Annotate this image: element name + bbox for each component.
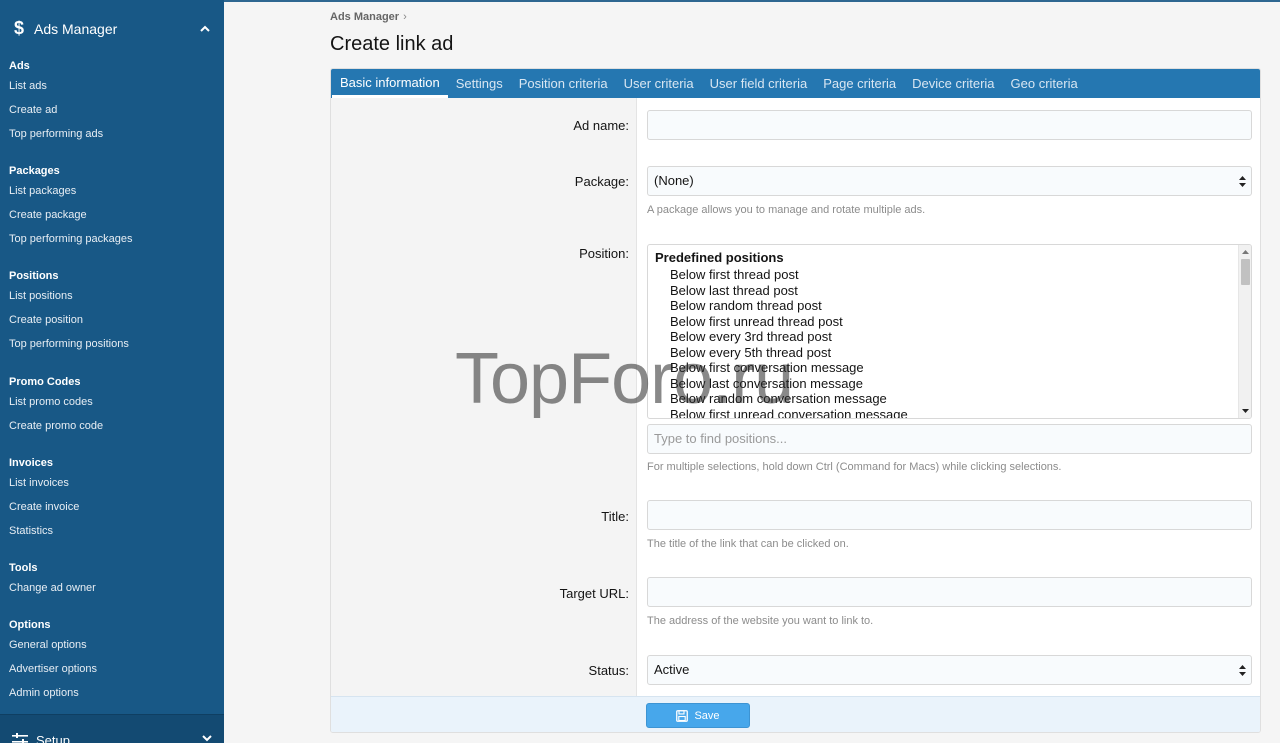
sidebar-item[interactable]: Statistics [9, 519, 79, 543]
sidebar-header-label: Ads Manager [34, 20, 118, 37]
position-scrollbar[interactable] [1238, 245, 1251, 418]
chevron-up-icon [200, 25, 210, 32]
position-option[interactable]: Below random conversation message [670, 391, 887, 406]
position-hint: For multiple selections, hold down Ctrl … [647, 461, 1062, 473]
position-option[interactable]: Below first unread conversation message [670, 407, 908, 419]
sidebar-group-title: Positions [9, 270, 59, 282]
sidebar-item[interactable]: List invoices [9, 471, 79, 495]
sidebar-group: Promo Codes List promo codes Create promo … [0, 374, 112, 438]
title-hint: The title of the link that can be clicke… [647, 538, 849, 550]
sidebar-item[interactable]: Create package [9, 203, 133, 227]
position-option[interactable]: Below random thread post [670, 298, 822, 313]
package-select[interactable]: (None) [647, 166, 1252, 196]
sidebar: $ Ads Manager Ads List ads Create ad Top pe… [0, 0, 224, 743]
package-hint: A package allows you to manage and rotat… [647, 204, 926, 216]
position-filter-placeholder: Type to find positions... [654, 431, 787, 446]
breadcrumb-separator: › [403, 11, 407, 23]
tab-position-criteria[interactable]: Position criteria [511, 69, 616, 98]
tab-device-criteria[interactable]: Device criteria [904, 69, 1002, 98]
status-select-value: Active [654, 662, 690, 677]
sidebar-group: Packages List packages Create package Top p… [0, 163, 142, 251]
select-arrows-icon [1239, 665, 1246, 676]
sidebar-item[interactable]: General options [9, 633, 97, 657]
position-option[interactable]: Below last conversation message [670, 376, 863, 391]
save-button[interactable]: Save [646, 703, 750, 728]
sidebar-item[interactable]: Top performing packages [9, 227, 133, 251]
sidebar-item[interactable]: List packages [9, 179, 133, 203]
sidebar-group-title: Ads [9, 60, 30, 72]
sidebar-group: Tools Change ad owner [0, 560, 105, 600]
sidebar-item[interactable]: Change ad owner [9, 576, 96, 600]
sidebar-item[interactable]: List promo codes [9, 390, 103, 414]
scroll-down-icon[interactable] [1242, 408, 1249, 414]
sidebar-item[interactable]: Top performing positions [9, 332, 129, 356]
sidebar-group-title: Packages [9, 165, 60, 177]
target-url-hint: The address of the website you want to l… [647, 615, 874, 627]
sidebar-item[interactable]: Create invoice [9, 495, 79, 519]
breadcrumb-link[interactable]: Ads Manager [330, 11, 399, 23]
tab-geo-criteria[interactable]: Geo criteria [1003, 69, 1086, 98]
sidebar-item[interactable]: List ads [9, 74, 103, 98]
select-arrows-icon [1239, 176, 1246, 187]
scroll-thumb[interactable] [1241, 259, 1250, 285]
dollar-icon: $ [14, 18, 25, 38]
title-input[interactable] [647, 500, 1252, 530]
sidebar-group: Options General options Advertiser options… [0, 617, 106, 705]
sidebar-item[interactable]: Create promo code [9, 414, 103, 438]
sliders-icon [12, 733, 28, 743]
sidebar-group-title: Invoices [9, 457, 54, 469]
scroll-up-icon[interactable] [1242, 249, 1249, 255]
sidebar-group: Ads List ads Create ad Top performing ads [0, 58, 112, 146]
package-select-value: (None) [654, 173, 694, 188]
sidebar-item[interactable]: Advertiser options [9, 657, 97, 681]
position-filter-input[interactable]: Type to find positions... [647, 424, 1252, 454]
position-option[interactable]: Below first conversation message [670, 360, 864, 375]
position-label: Position: [579, 246, 629, 261]
status-label: Status: [588, 663, 629, 678]
position-option[interactable]: Below every 3rd thread post [670, 329, 832, 344]
sidebar-footer-setup[interactable]: Setup [0, 714, 224, 743]
page-title: Create link ad [330, 33, 454, 55]
status-select[interactable]: Active [647, 655, 1252, 685]
sidebar-item[interactable]: Create position [9, 308, 129, 332]
sidebar-group-title: Tools [9, 562, 38, 574]
sidebar-item[interactable]: Top performing ads [9, 122, 103, 146]
tab-bar: Basic information Settings Position criter… [331, 69, 1260, 98]
save-icon [676, 709, 689, 722]
position-option[interactable]: Below first unread thread post [670, 314, 843, 329]
sidebar-group-title: Promo Codes [9, 376, 81, 388]
tab-basic-information[interactable]: Basic information [332, 69, 448, 98]
sidebar-group-title: Options [9, 619, 51, 631]
top-accent-line [224, 0, 1280, 2]
position-listbox[interactable]: Predefined positions Below first thread … [647, 244, 1252, 419]
breadcrumb: Ads Manager › [330, 11, 407, 23]
sidebar-group: Invoices List invoices Create invoice Stati… [0, 455, 88, 543]
tab-settings[interactable]: Settings [448, 69, 511, 98]
ad-name-label: Ad name: [573, 118, 629, 133]
tab-user-field-criteria[interactable]: User field criteria [702, 69, 816, 98]
position-group-label: Predefined positions [655, 250, 784, 265]
tab-user-criteria[interactable]: User criteria [616, 69, 702, 98]
sidebar-footer-label: Setup [36, 733, 70, 743]
target-url-input[interactable] [647, 577, 1252, 607]
sidebar-item[interactable]: Create ad [9, 98, 103, 122]
target-url-label: Target URL: [559, 586, 629, 601]
form-panel: Basic information Settings Position criter… [330, 68, 1261, 733]
chevron-down-icon [202, 735, 212, 742]
sidebar-header-ads-manager[interactable]: $ Ads Manager [0, 0, 224, 57]
ad-name-input[interactable] [647, 110, 1252, 140]
sidebar-group: Positions List positions Create position To… [0, 268, 138, 356]
tab-page-criteria[interactable]: Page criteria [815, 69, 904, 98]
package-label: Package: [574, 174, 629, 189]
position-option[interactable]: Below every 5th thread post [670, 345, 831, 360]
save-button-label: Save [694, 709, 720, 722]
title-label: Title: [601, 509, 629, 524]
sidebar-item[interactable]: List positions [9, 284, 129, 308]
form-footer: Save [331, 696, 1260, 732]
position-option[interactable]: Below last thread post [670, 283, 798, 298]
sidebar-item[interactable]: Admin options [9, 681, 97, 705]
form-body: Ad name: Package: (None) A package allow… [331, 98, 1260, 696]
position-option[interactable]: Below first thread post [670, 267, 799, 282]
